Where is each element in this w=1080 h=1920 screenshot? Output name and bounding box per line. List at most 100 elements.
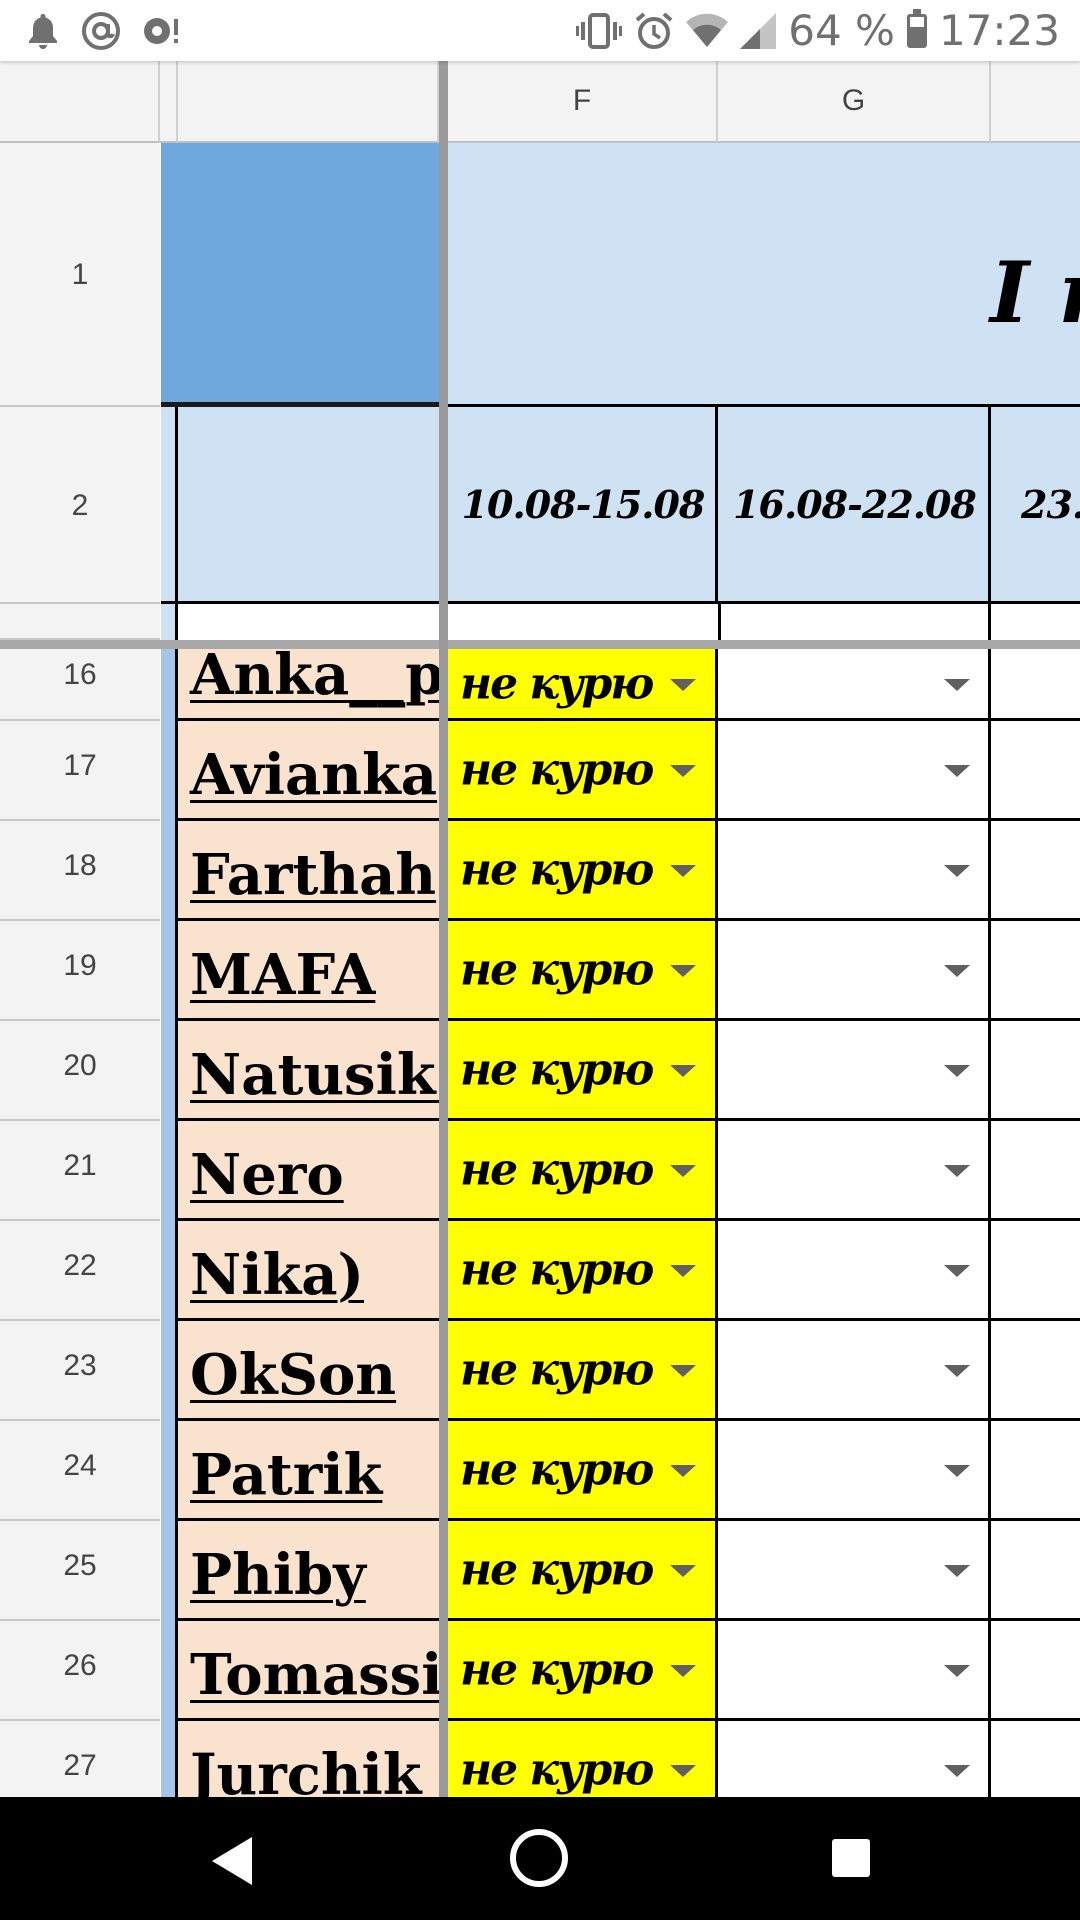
column-header-h[interactable] — [991, 61, 1080, 143]
back-icon[interactable] — [212, 1837, 252, 1885]
next-week-cell[interactable] — [991, 649, 1080, 721]
dropdown-arrow-icon[interactable] — [670, 1365, 696, 1377]
status-dropdown-cell[interactable]: не курю — [448, 721, 718, 821]
next-week-cell[interactable] — [991, 1521, 1080, 1621]
row-header[interactable]: 24 — [0, 1421, 160, 1521]
dropdown-arrow-icon[interactable] — [670, 1165, 696, 1177]
name-cell[interactable]: Nika) — [178, 1221, 439, 1321]
dropdown-arrow-icon[interactable] — [944, 1465, 970, 1477]
name-cell[interactable]: Nero — [178, 1121, 439, 1221]
dropdown-arrow-icon[interactable] — [670, 965, 696, 977]
next-week-cell[interactable] — [991, 1321, 1080, 1421]
row-header-3[interactable] — [0, 604, 160, 640]
dropdown-arrow-icon[interactable] — [670, 1565, 696, 1577]
row2-name-header[interactable] — [178, 407, 439, 604]
week-dropdown-cell[interactable] — [718, 721, 991, 821]
next-week-cell[interactable] — [991, 1021, 1080, 1121]
status-dropdown-cell[interactable]: не курю — [448, 1721, 718, 1797]
home-icon[interactable] — [510, 1829, 568, 1887]
week-dropdown-cell[interactable] — [718, 821, 991, 921]
week-dropdown-cell[interactable] — [718, 1121, 991, 1221]
dropdown-arrow-icon[interactable] — [944, 1365, 970, 1377]
name-cell[interactable]: Phiby — [178, 1521, 439, 1621]
status-dropdown-cell[interactable]: не курю — [448, 1321, 718, 1421]
status-dropdown-cell[interactable]: не курю — [448, 1221, 718, 1321]
dropdown-arrow-icon[interactable] — [944, 1265, 970, 1277]
next-week-cell[interactable] — [991, 721, 1080, 821]
title-cell-blue[interactable] — [161, 143, 439, 407]
name-cell[interactable]: Patrik — [178, 1421, 439, 1521]
dropdown-arrow-icon[interactable] — [670, 765, 696, 777]
next-week-cell[interactable] — [991, 1721, 1080, 1797]
row-header[interactable]: 18 — [0, 821, 160, 921]
row-header[interactable]: 17 — [0, 721, 160, 821]
spreadsheet-grid[interactable]: F G 1 I m 2 10.08-15.08 16.08-22.08 23. … — [0, 61, 1080, 1797]
status-dropdown-cell[interactable]: не курю — [448, 1621, 718, 1721]
status-dropdown-cell[interactable]: не курю — [448, 921, 718, 1021]
column-header-e[interactable] — [178, 61, 439, 143]
row-header[interactable]: 22 — [0, 1221, 160, 1321]
dropdown-arrow-icon[interactable] — [670, 1665, 696, 1677]
status-dropdown-cell[interactable]: не курю — [448, 1421, 718, 1521]
status-dropdown-cell[interactable]: не курю — [448, 1021, 718, 1121]
status-dropdown-cell[interactable]: не курю — [448, 1121, 718, 1221]
week-dropdown-cell[interactable] — [718, 921, 991, 1021]
frozen-columns-divider[interactable] — [439, 61, 448, 1797]
row-header-1[interactable]: 1 — [0, 143, 160, 407]
select-all-corner[interactable] — [0, 61, 160, 143]
row-header[interactable]: 21 — [0, 1121, 160, 1221]
frozen-rows-divider[interactable] — [0, 640, 1080, 649]
next-week-cell[interactable] — [991, 1121, 1080, 1221]
dropdown-arrow-icon[interactable] — [944, 1765, 970, 1777]
dropdown-arrow-icon[interactable] — [670, 1065, 696, 1077]
dropdown-arrow-icon[interactable] — [944, 1665, 970, 1677]
week-dropdown-cell[interactable] — [718, 1321, 991, 1421]
name-cell[interactable]: Farthah — [178, 821, 439, 921]
week-dropdown-cell[interactable] — [718, 1421, 991, 1521]
week-dropdown-cell[interactable] — [718, 1221, 991, 1321]
dropdown-arrow-icon[interactable] — [944, 965, 970, 977]
next-week-cell[interactable] — [991, 921, 1080, 1021]
row-header[interactable]: 19 — [0, 921, 160, 1021]
row-header[interactable]: 25 — [0, 1521, 160, 1621]
next-week-cell[interactable] — [991, 821, 1080, 921]
dropdown-arrow-icon[interactable] — [670, 679, 696, 691]
row-header[interactable]: 23 — [0, 1321, 160, 1421]
dropdown-arrow-icon[interactable] — [670, 1765, 696, 1777]
column-header-f[interactable]: F — [448, 61, 718, 143]
week-header-h[interactable]: 23. — [991, 407, 1080, 604]
name-cell[interactable]: Jurchik — [178, 1721, 439, 1797]
next-week-cell[interactable] — [991, 1421, 1080, 1521]
week-header-g[interactable]: 16.08-22.08 — [718, 407, 991, 604]
name-cell[interactable]: Anka__pu — [178, 649, 439, 721]
status-dropdown-cell[interactable]: не курю — [448, 821, 718, 921]
dropdown-arrow-icon[interactable] — [670, 865, 696, 877]
name-cell[interactable]: Avianka — [178, 721, 439, 821]
week-dropdown-cell[interactable] — [718, 649, 991, 721]
dropdown-arrow-icon[interactable] — [944, 865, 970, 877]
row-header[interactable]: 16 — [0, 649, 160, 721]
name-cell[interactable]: MAFA — [178, 921, 439, 1021]
week-header-f[interactable]: 10.08-15.08 — [448, 407, 718, 604]
name-cell[interactable]: Natusik G — [178, 1021, 439, 1121]
name-cell[interactable]: OkSon — [178, 1321, 439, 1421]
name-cell[interactable]: Tomassi6 — [178, 1621, 439, 1721]
title-merged-cell[interactable]: I m — [448, 143, 1080, 407]
recents-icon[interactable] — [832, 1839, 870, 1877]
next-week-cell[interactable] — [991, 1621, 1080, 1721]
week-dropdown-cell[interactable] — [718, 1521, 991, 1621]
dropdown-arrow-icon[interactable] — [670, 1265, 696, 1277]
status-dropdown-cell[interactable]: не курю — [448, 1521, 718, 1621]
next-week-cell[interactable] — [991, 1221, 1080, 1321]
dropdown-arrow-icon[interactable] — [944, 1165, 970, 1177]
week-dropdown-cell[interactable] — [718, 1021, 991, 1121]
row-header-2[interactable]: 2 — [0, 407, 160, 604]
dropdown-arrow-icon[interactable] — [944, 1565, 970, 1577]
row-header[interactable]: 20 — [0, 1021, 160, 1121]
column-header-hidden[interactable] — [160, 61, 178, 143]
row-header[interactable]: 27 — [0, 1721, 160, 1797]
row-header[interactable]: 26 — [0, 1621, 160, 1721]
dropdown-arrow-icon[interactable] — [670, 1465, 696, 1477]
week-dropdown-cell[interactable] — [718, 1621, 991, 1721]
dropdown-arrow-icon[interactable] — [944, 1065, 970, 1077]
